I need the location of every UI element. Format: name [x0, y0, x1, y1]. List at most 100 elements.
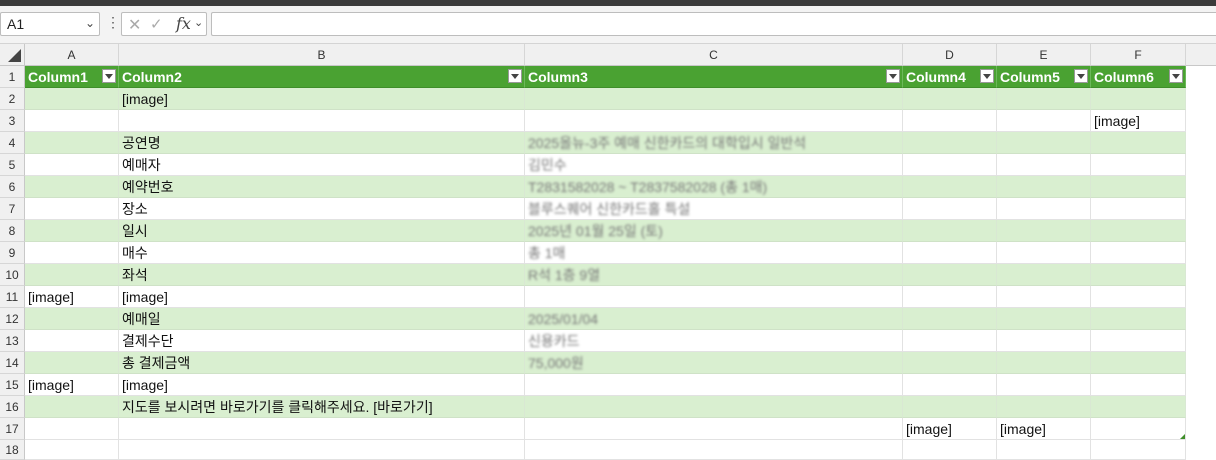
chevron-down-icon[interactable]: ⌄	[85, 16, 95, 30]
cell-d9[interactable]	[903, 242, 997, 264]
row-header-4[interactable]: 4	[0, 132, 25, 154]
cell-c8[interactable]: 2025년 01월 25일 (토)	[525, 220, 903, 242]
cell-b13[interactable]: 결제수단	[119, 330, 525, 352]
row-header-17[interactable]: 17	[0, 418, 25, 440]
cell-f12[interactable]	[1091, 308, 1186, 330]
cell-f15[interactable]	[1091, 374, 1186, 396]
cell-f4[interactable]	[1091, 132, 1186, 154]
table-header-4[interactable]: Column4	[903, 66, 997, 88]
cell-e8[interactable]	[997, 220, 1091, 242]
cell-e14[interactable]	[997, 352, 1091, 374]
cell-c7[interactable]: 블루스퀘어 신한카드홀 특설	[525, 198, 903, 220]
cell-d11[interactable]	[903, 286, 997, 308]
cell-b15[interactable]: [image]	[119, 374, 525, 396]
cell-e4[interactable]	[997, 132, 1091, 154]
table-header-6[interactable]: Column6	[1091, 66, 1186, 88]
cell-e6[interactable]	[997, 176, 1091, 198]
cell-b6[interactable]: 예약번호	[119, 176, 525, 198]
row-header-5[interactable]: 5	[0, 154, 25, 176]
table-header-1[interactable]: Column1	[25, 66, 119, 88]
row-header-2[interactable]: 2	[0, 88, 25, 110]
cell-d7[interactable]	[903, 198, 997, 220]
cell-f9[interactable]	[1091, 242, 1186, 264]
row-header-8[interactable]: 8	[0, 220, 25, 242]
column-header-d[interactable]: D	[903, 44, 997, 66]
cell-a16[interactable]	[25, 396, 119, 418]
cell-e9[interactable]	[997, 242, 1091, 264]
cell-a8[interactable]	[25, 220, 119, 242]
cell-c6[interactable]: T2831582028 ~ T2837582028 (총 1매)	[525, 176, 903, 198]
column-header-a[interactable]: A	[25, 44, 119, 66]
cell-c15[interactable]	[525, 374, 903, 396]
cell-e16[interactable]	[997, 396, 1091, 418]
cell-d15[interactable]	[903, 374, 997, 396]
cell-b9[interactable]: 매수	[119, 242, 525, 264]
formula-input[interactable]	[211, 12, 1216, 36]
cell-d13[interactable]	[903, 330, 997, 352]
cell-b7[interactable]: 장소	[119, 198, 525, 220]
column-header-b[interactable]: B	[119, 44, 525, 66]
cell-e7[interactable]	[997, 198, 1091, 220]
cell-c10[interactable]: R석 1층 9열	[525, 264, 903, 286]
cell-f11[interactable]	[1091, 286, 1186, 308]
cell-a5[interactable]	[25, 154, 119, 176]
cell-a4[interactable]	[25, 132, 119, 154]
table-resize-handle[interactable]	[1180, 434, 1185, 439]
cell-d10[interactable]	[903, 264, 997, 286]
cell-b18[interactable]	[119, 440, 525, 460]
cell-e17[interactable]: [image]	[997, 418, 1091, 440]
row-header-7[interactable]: 7	[0, 198, 25, 220]
cell-b4[interactable]: 공연명	[119, 132, 525, 154]
cell-c18[interactable]	[525, 440, 903, 460]
cell-e5[interactable]	[997, 154, 1091, 176]
cell-f18[interactable]	[1091, 440, 1186, 460]
cell-b11[interactable]: [image]	[119, 286, 525, 308]
cell-b2[interactable]: [image]	[119, 88, 525, 110]
cell-a10[interactable]	[25, 264, 119, 286]
filter-dropdown-icon[interactable]	[508, 69, 522, 83]
cell-c16[interactable]	[525, 396, 903, 418]
cell-a11[interactable]: [image]	[25, 286, 119, 308]
cell-e12[interactable]	[997, 308, 1091, 330]
cell-b10[interactable]: 좌석	[119, 264, 525, 286]
cell-f13[interactable]	[1091, 330, 1186, 352]
cell-f7[interactable]	[1091, 198, 1186, 220]
cell-e11[interactable]	[997, 286, 1091, 308]
column-header-c[interactable]: C	[525, 44, 903, 66]
cell-a13[interactable]	[25, 330, 119, 352]
chevron-down-icon[interactable]: ⌄	[194, 16, 203, 29]
filter-dropdown-icon[interactable]	[1074, 69, 1088, 83]
cell-e3[interactable]	[997, 110, 1091, 132]
row-header-14[interactable]: 14	[0, 352, 25, 374]
filter-dropdown-icon[interactable]	[1169, 69, 1183, 83]
cell-d4[interactable]	[903, 132, 997, 154]
cell-b5[interactable]: 예매자	[119, 154, 525, 176]
row-header-1[interactable]: 1	[0, 66, 25, 88]
cell-d17[interactable]: [image]	[903, 418, 997, 440]
filter-dropdown-icon[interactable]	[102, 69, 116, 83]
column-header-e[interactable]: E	[997, 44, 1091, 66]
cell-a17[interactable]	[25, 418, 119, 440]
cell-f14[interactable]	[1091, 352, 1186, 374]
cell-d3[interactable]	[903, 110, 997, 132]
cell-b16[interactable]: 지도를 보시려면 바로가기를 클릭해주세요. [바로가기]	[119, 396, 525, 418]
filter-dropdown-icon[interactable]	[980, 69, 994, 83]
cell-a6[interactable]	[25, 176, 119, 198]
row-header-16[interactable]: 16	[0, 396, 25, 418]
cell-a7[interactable]	[25, 198, 119, 220]
cell-b14[interactable]: 총 결제금액	[119, 352, 525, 374]
cell-f6[interactable]	[1091, 176, 1186, 198]
cell-c12[interactable]: 2025/01/04	[525, 308, 903, 330]
cell-f8[interactable]	[1091, 220, 1186, 242]
cancel-icon[interactable]: ✕	[128, 15, 141, 35]
row-header-15[interactable]: 15	[0, 374, 25, 396]
cell-d8[interactable]	[903, 220, 997, 242]
cell-d12[interactable]	[903, 308, 997, 330]
cell-d2[interactable]	[903, 88, 997, 110]
cell-a12[interactable]	[25, 308, 119, 330]
table-header-5[interactable]: Column5	[997, 66, 1091, 88]
cell-a15[interactable]: [image]	[25, 374, 119, 396]
row-header-9[interactable]: 9	[0, 242, 25, 264]
cell-c13[interactable]: 신용카드	[525, 330, 903, 352]
cell-e18[interactable]	[997, 440, 1091, 460]
